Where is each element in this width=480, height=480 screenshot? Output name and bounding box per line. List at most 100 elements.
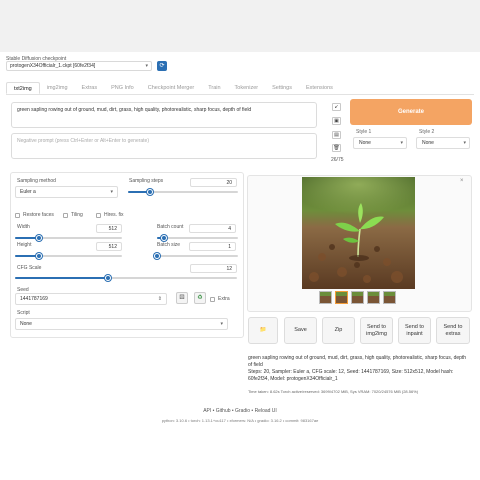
sampling-steps-label: Sampling steps xyxy=(129,178,164,184)
arrow-icon: ↙ xyxy=(334,104,339,110)
generate-button[interactable]: Generate xyxy=(350,99,472,125)
gallery-thumbnail[interactable] xyxy=(367,291,380,304)
width-label: Width xyxy=(17,224,30,230)
chevron-down-icon: ▾ xyxy=(463,140,466,146)
tab-bar: txt2img img2img Extras PNG Info Checkpoi… xyxy=(6,82,340,94)
top-background xyxy=(0,0,480,52)
seed-value: 1441787169 xyxy=(20,296,48,302)
restore-faces-checkbox[interactable]: Restore faces xyxy=(15,212,54,218)
zip-button[interactable]: Zip xyxy=(322,317,355,344)
batch-count-slider[interactable] xyxy=(157,235,238,241)
paste-button[interactable]: ▤ xyxy=(332,131,341,139)
generated-image[interactable] xyxy=(302,177,415,289)
style1-value: None xyxy=(359,140,371,146)
sapling-image xyxy=(302,177,415,289)
negative-prompt-input[interactable]: Negative prompt (press Ctrl+Enter or Alt… xyxy=(11,133,317,159)
tab-tokenizer[interactable]: Tokenizer xyxy=(228,82,266,94)
send-to-inpaint-button[interactable]: Send to inpaint xyxy=(398,317,431,344)
clear-prompt-button[interactable]: 🗑 xyxy=(332,144,341,152)
tab-extras[interactable]: Extras xyxy=(75,82,105,94)
tiling-label: Tiling xyxy=(71,212,83,218)
height-label: Height xyxy=(17,242,32,248)
slider-thumb[interactable] xyxy=(35,235,42,241)
restore-faces-label: Restore faces xyxy=(23,212,54,218)
cfg-scale-slider[interactable] xyxy=(15,275,237,281)
folder-icon: 📁 xyxy=(259,327,267,333)
batch-size-input[interactable]: 1 xyxy=(189,242,236,251)
extra-seed-checkbox[interactable]: Extra xyxy=(210,296,230,302)
script-select[interactable]: None ▾ xyxy=(15,318,228,330)
slider-thumb[interactable] xyxy=(154,253,160,259)
trash-icon: 🗑 xyxy=(333,145,340,151)
height-input[interactable]: 512 xyxy=(96,242,122,251)
tab-train[interactable]: Train xyxy=(201,82,227,94)
batch-size-label: Batch size xyxy=(157,242,181,248)
tab-img2img[interactable]: img2img xyxy=(40,82,75,94)
chevron-down-icon: ▾ xyxy=(400,140,403,146)
refresh-icon: ⟳ xyxy=(159,63,165,69)
generation-info: green sapling rowing out of ground, mud,… xyxy=(248,355,470,383)
batch-count-input[interactable]: 4 xyxy=(189,224,236,233)
cfg-scale-label: CFG Scale xyxy=(17,265,42,271)
refresh-checkpoint-button[interactable]: ⟳ xyxy=(157,61,167,71)
sampling-method-label: Sampling method xyxy=(17,178,56,184)
folder-icon: ▣ xyxy=(334,118,339,124)
tab-png-info[interactable]: PNG Info xyxy=(104,82,141,94)
info-prompt: green sapling rowing out of ground, mud,… xyxy=(248,355,467,368)
style2-label: Style 2 xyxy=(419,129,435,135)
slider-thumb[interactable] xyxy=(147,189,153,195)
sampling-method-select[interactable]: Euler a ▾ xyxy=(15,186,118,198)
prompt-input[interactable]: green sapling rowing out of ground, mud,… xyxy=(11,102,317,128)
sampling-steps-input[interactable]: 20 xyxy=(190,178,237,187)
style1-select[interactable]: None ▾ xyxy=(353,137,407,149)
seed-input[interactable]: 1441787169 ⇕ xyxy=(15,293,167,305)
script-label: Script xyxy=(17,310,30,316)
open-folder-button[interactable]: ▣ xyxy=(332,117,341,125)
slider-thumb[interactable] xyxy=(35,253,42,259)
reuse-seed-button[interactable]: ♻ xyxy=(194,292,206,304)
gallery-thumbnail[interactable] xyxy=(319,291,332,304)
dice-icon: ⚄ xyxy=(179,295,185,301)
tab-checkpoint-merger[interactable]: Checkpoint Merger xyxy=(141,82,201,94)
send-to-extras-button[interactable]: Send to extras xyxy=(436,317,470,344)
read-params-button[interactable]: ↙ xyxy=(332,103,341,111)
gallery-thumbnail[interactable] xyxy=(383,291,396,304)
recycle-icon: ♻ xyxy=(197,295,203,301)
token-counter: 26/75 xyxy=(331,157,344,163)
gallery-thumbnail[interactable] xyxy=(335,291,348,304)
batch-count-label: Batch count xyxy=(157,224,184,230)
tab-txt2img[interactable]: txt2img xyxy=(6,82,40,94)
tab-settings[interactable]: Settings xyxy=(265,82,299,94)
gallery-thumbnail[interactable] xyxy=(351,291,364,304)
sampling-steps-slider[interactable] xyxy=(128,189,238,195)
checkpoint-select[interactable]: protogenX34Officialr_1.ckpt [60fe2f34] ▾ xyxy=(6,61,152,71)
height-slider[interactable] xyxy=(15,253,122,259)
checkpoint-value: protogenX34Officialr_1.ckpt [60fe2f34] xyxy=(10,63,96,69)
tab-extensions[interactable]: Extensions xyxy=(299,82,340,94)
hires-fix-label: Hires. fix xyxy=(104,212,124,218)
save-button[interactable]: Save xyxy=(284,317,317,344)
batch-size-slider[interactable] xyxy=(154,253,238,259)
script-value: None xyxy=(20,321,32,327)
sampling-method-value: Euler a xyxy=(20,189,36,195)
chevron-down-icon: ▾ xyxy=(145,63,148,69)
hires-fix-checkbox[interactable]: Hires. fix xyxy=(96,212,123,218)
extra-label: Extra xyxy=(218,296,230,302)
tiling-checkbox[interactable]: Tiling xyxy=(63,212,83,218)
random-seed-button[interactable]: ⚄ xyxy=(176,292,188,304)
chevron-down-icon: ▾ xyxy=(220,321,223,327)
info-time: Time taken: 8.62s Torch active/reserved:… xyxy=(248,389,419,394)
width-slider[interactable] xyxy=(15,235,122,241)
paste-icon: ▤ xyxy=(334,132,339,138)
footer-links[interactable]: API • Github • Gradio • Reload UI xyxy=(0,408,480,414)
footer-versions: python: 3.10.6 • torch: 1.13.1+cu117 • x… xyxy=(161,418,319,423)
close-icon[interactable]: × xyxy=(460,178,464,184)
tab-divider xyxy=(6,94,474,95)
open-output-folder-button[interactable]: 📁 xyxy=(248,317,278,344)
info-params: Steps: 20, Sampler: Euler a, CFG scale: … xyxy=(248,369,454,382)
width-input[interactable]: 512 xyxy=(96,224,122,233)
style2-select[interactable]: None ▾ xyxy=(416,137,470,149)
style1-label: Style 1 xyxy=(356,129,372,135)
cfg-scale-input[interactable]: 12 xyxy=(190,264,237,273)
send-to-img2img-button[interactable]: Send to img2img xyxy=(360,317,393,344)
